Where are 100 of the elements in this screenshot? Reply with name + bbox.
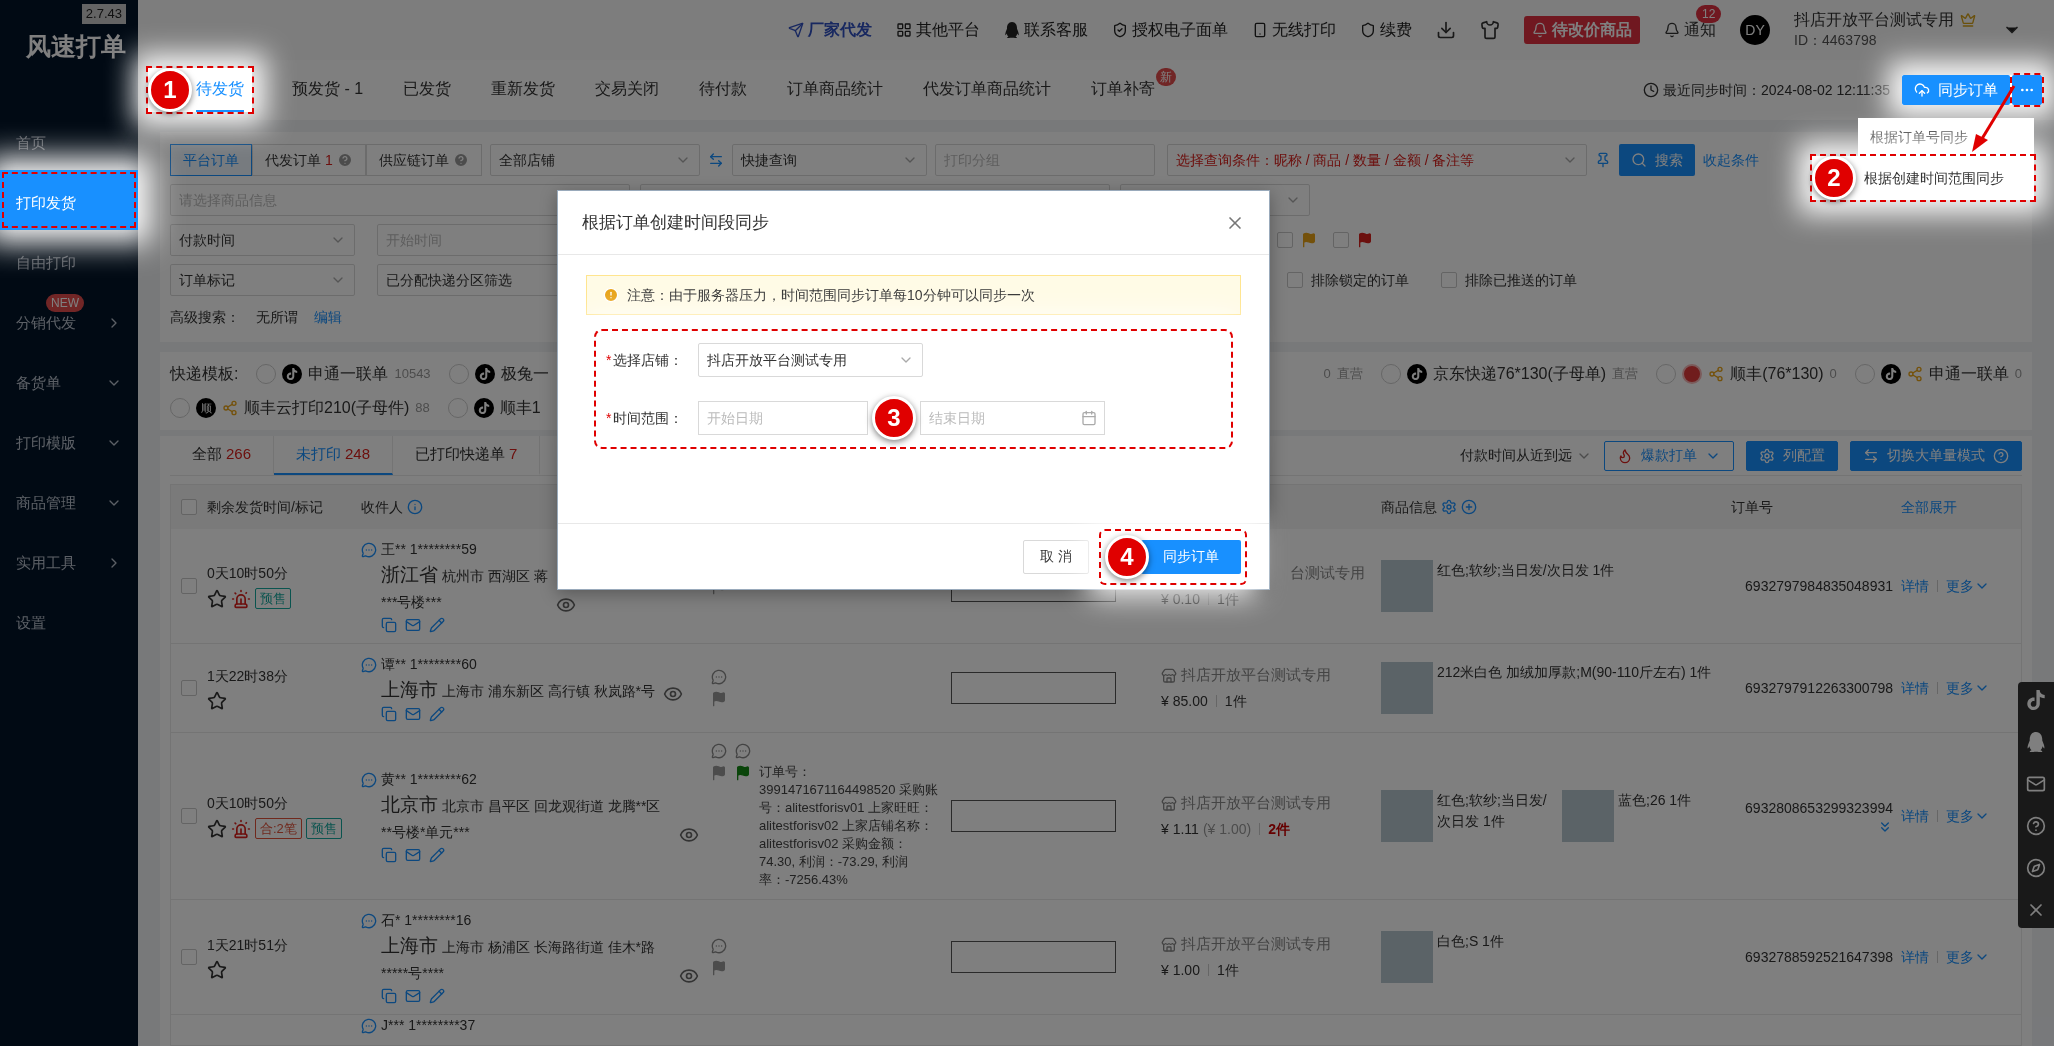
more-link[interactable]: 更多	[1946, 805, 1990, 827]
chat-icon[interactable]	[361, 1017, 377, 1034]
copy-icon[interactable]	[381, 617, 397, 633]
row-checkbox[interactable]	[181, 578, 197, 594]
tab[interactable]: 待付款	[699, 68, 748, 112]
header-link[interactable]: 厂家代发	[788, 18, 872, 42]
edit-icon[interactable]	[429, 988, 445, 1004]
eye-icon[interactable]	[679, 966, 699, 986]
flag-icon[interactable]	[711, 765, 727, 781]
eye-icon[interactable]	[555, 595, 576, 615]
checkbox[interactable]	[1287, 272, 1303, 288]
edit-icon[interactable]	[429, 847, 445, 863]
radio-button[interactable]	[448, 364, 469, 384]
tab[interactable]: 重新发货	[491, 68, 556, 112]
header-link[interactable]: 续费	[1360, 18, 1412, 42]
more-link[interactable]: 更多	[1946, 946, 1990, 968]
source-tab[interactable]: 代发订单 1	[252, 144, 366, 176]
message-icon[interactable]	[711, 669, 727, 685]
star-icon[interactable]	[207, 959, 227, 980]
message-icon[interactable]	[711, 743, 727, 759]
download-icon[interactable]	[1436, 20, 1456, 40]
order-mark-select[interactable]: 订单标记	[170, 264, 355, 296]
remark-field[interactable]	[951, 672, 1116, 704]
more-options-button[interactable]	[2012, 75, 2042, 105]
tab[interactable]: 已发货	[403, 68, 452, 112]
copy-icon[interactable]	[381, 988, 397, 1004]
copy-icon[interactable]	[381, 706, 397, 722]
flag-icon[interactable]	[711, 691, 727, 707]
radio-button[interactable]	[256, 364, 277, 384]
checkbox[interactable]	[1441, 272, 1457, 288]
shop-select[interactable]: 抖店开放平台测试专用	[698, 343, 923, 377]
copy-icon[interactable]	[381, 847, 397, 863]
header-link[interactable]: 其他平台	[896, 18, 980, 42]
sidebar-item[interactable]: 自由打印	[16, 252, 122, 274]
mail-icon[interactable]	[405, 988, 421, 1004]
row-checkbox[interactable]	[181, 949, 197, 965]
radio-button[interactable]	[170, 398, 190, 418]
sidebar-item[interactable]: 打印模版	[16, 432, 122, 454]
sidebar-item[interactable]: 备货单	[16, 372, 122, 394]
eye-icon[interactable]	[663, 684, 683, 704]
expand-all-link[interactable]: 全部展开	[1901, 496, 2021, 518]
time-type-select[interactable]: 付款时间	[170, 224, 355, 256]
start-date-field[interactable]: 开始日期	[698, 401, 868, 435]
radio-button[interactable]	[1656, 364, 1677, 384]
header-link[interactable]: 联系客服	[1004, 18, 1088, 42]
chat-icon[interactable]	[361, 912, 377, 929]
edit-icon[interactable]	[429, 617, 445, 633]
toolbar-button[interactable]: 列配置	[1746, 440, 1838, 471]
row-checkbox[interactable]	[181, 680, 197, 696]
menu-item[interactable]: 根据订单号同步	[1858, 118, 2034, 156]
gear-icon[interactable]	[1441, 499, 1457, 515]
sidebar-item[interactable]: 实用工具	[16, 552, 122, 574]
message-icon[interactable]	[711, 938, 727, 954]
shop-select[interactable]: 全部店铺	[489, 144, 700, 176]
music-note-icon[interactable]	[2026, 690, 2046, 710]
star-icon[interactable]	[207, 690, 227, 711]
menu-item[interactable]: 根据创建时间范围同步	[1856, 156, 2012, 200]
memo-icon[interactable]	[735, 743, 751, 759]
tab[interactable]: 交易关闭	[595, 68, 660, 112]
checkbox[interactable]	[1277, 232, 1293, 248]
condition-select[interactable]: 选择查询条件：昵称 / 商品 / 数量 / 金额 / 备注等	[1166, 144, 1587, 176]
search-button[interactable]: 搜索	[1618, 144, 1695, 176]
sync-orders-button[interactable]: 同步订单	[1902, 75, 2010, 105]
compass-icon[interactable]	[2026, 858, 2046, 878]
checkbox[interactable]	[1333, 232, 1349, 248]
remark-field[interactable]	[951, 800, 1116, 832]
header-link[interactable]: 无线打印	[1252, 18, 1336, 42]
source-tab[interactable]: 平台订单	[170, 144, 252, 176]
mail-icon[interactable]	[405, 847, 421, 863]
sidebar-item[interactable]: 首页	[16, 132, 122, 154]
swap-icon[interactable]	[707, 152, 724, 168]
row-checkbox[interactable]	[181, 808, 197, 824]
order-tab[interactable]: 未打印 248	[274, 436, 394, 475]
more-link[interactable]: 更多	[1946, 575, 1990, 597]
shirt-icon[interactable]	[1480, 20, 1500, 40]
cancel-button[interactable]: 取 消	[1023, 539, 1089, 574]
radio-button[interactable]	[447, 398, 468, 418]
add-icon[interactable]	[1461, 499, 1477, 515]
more-link[interactable]: 更多	[1946, 677, 1990, 699]
sidebar-item[interactable]: 分销代发	[16, 312, 122, 334]
eye-icon[interactable]	[679, 825, 699, 845]
tab[interactable]: 待发货	[196, 68, 244, 112]
header-link[interactable]: 授权电子面单	[1112, 18, 1228, 42]
flag-icon[interactable]	[711, 960, 727, 976]
toolbar-button[interactable]: 切换大单量模式	[1850, 440, 2022, 471]
radio-button[interactable]	[1380, 364, 1401, 384]
details-link[interactable]: 详情	[1901, 575, 1929, 597]
tab[interactable]: 订单商品统计	[787, 68, 884, 112]
sidebar-item[interactable]: 商品管理	[16, 492, 122, 514]
penguin-icon[interactable]	[2026, 732, 2046, 752]
sort-select[interactable]: 付款时间从近到远	[1460, 445, 1592, 466]
edit-icon[interactable]	[429, 706, 445, 722]
price-alert-button[interactable]: 待改价商品	[1524, 16, 1640, 44]
chat-icon[interactable]	[361, 771, 377, 788]
radio-button[interactable]	[1854, 364, 1875, 384]
star-icon[interactable]	[207, 588, 227, 609]
tab[interactable]: 预发货 - 1	[292, 68, 364, 112]
remark-field[interactable]	[951, 941, 1116, 973]
collapse-link[interactable]: 收起条件	[1702, 149, 1759, 171]
details-link[interactable]: 详情	[1901, 677, 1929, 699]
